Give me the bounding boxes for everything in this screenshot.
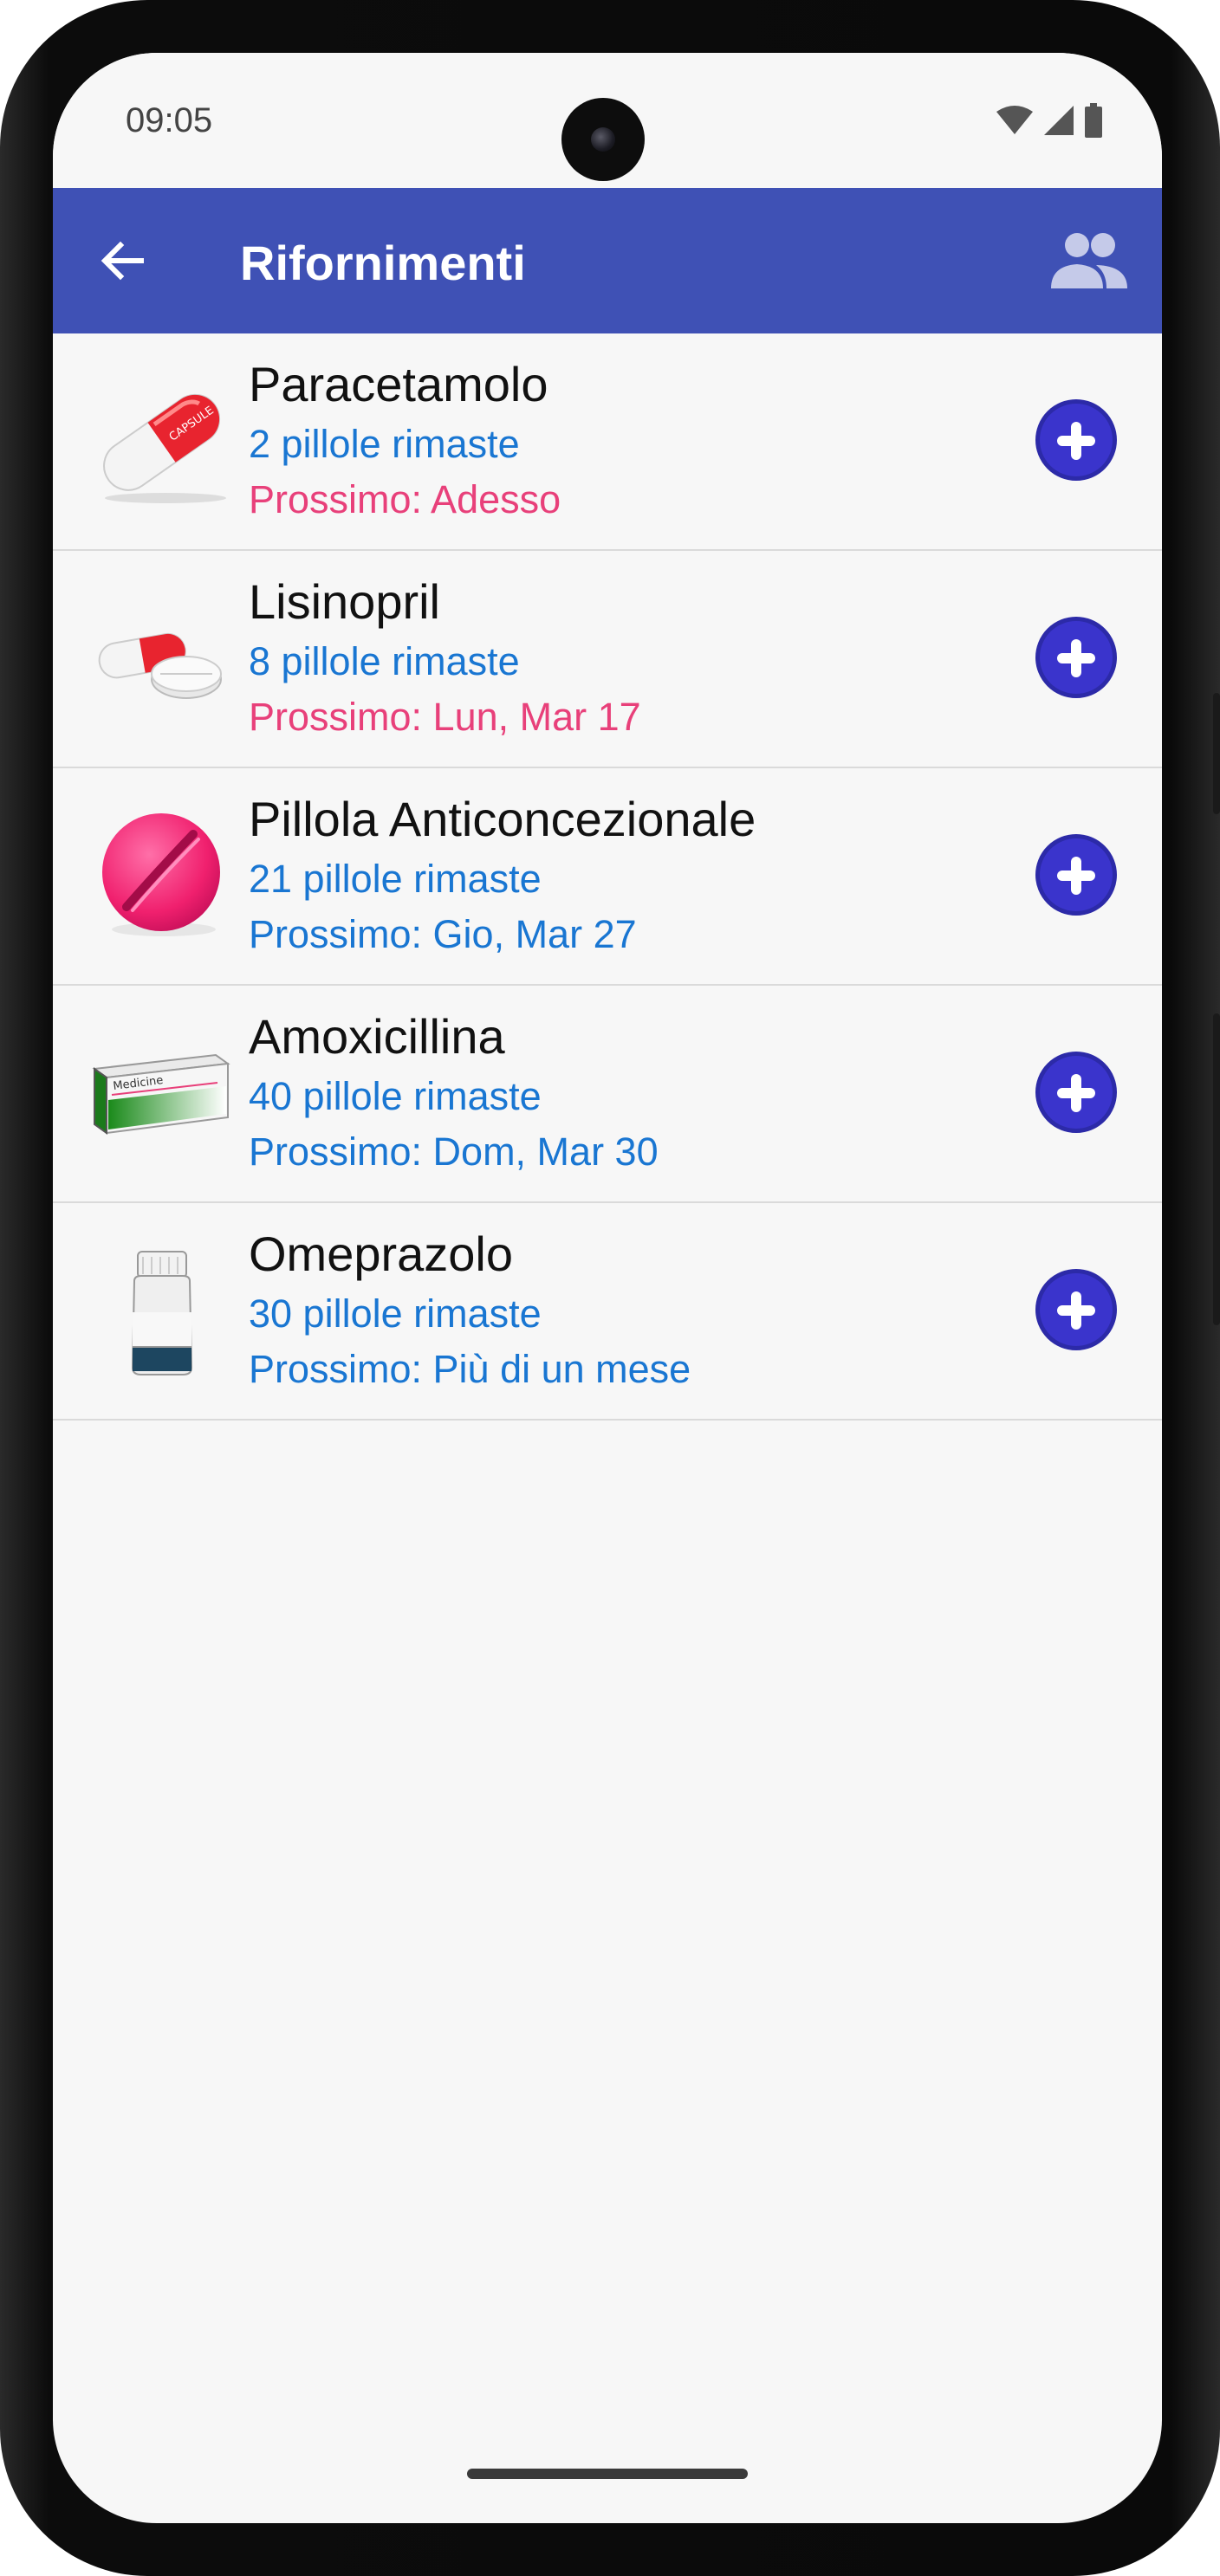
side-button [1213,1013,1220,1325]
medicine-name: Amoxicillina [249,1009,505,1064]
capsule-and-tablet-icon [98,632,222,699]
next-refill: Prossimo: Lun, Mar 17 [249,695,641,739]
medicine-name: Paracetamolo [249,357,548,411]
app-bar: Rifornimenti [53,188,1162,333]
status-time: 09:05 [126,101,213,139]
red-capsule-icon: CAPSULE [103,393,226,503]
list-item[interactable]: Medicine Amoxicillina 40 pillole rimaste… [53,986,1162,1203]
status-bar: 09:05 [53,53,1162,188]
status-icons [996,103,1103,138]
list-item[interactable]: Pillola Anticoncezionale 21 pillole rima… [53,768,1162,986]
add-refill-button[interactable] [1035,1052,1117,1133]
medicine-box-icon: Medicine [92,1053,230,1135]
next-refill: Prossimo: Adesso [249,477,561,521]
next-refill: Prossimo: Più di un mese [249,1347,691,1391]
medicine-name: Pillola Anticoncezionale [249,792,756,846]
pill-bottle-icon [131,1251,193,1375]
wifi-icon [996,106,1033,134]
refill-list: CAPSULE Paracetamolo 2 pillole rimaste P… [53,333,1162,1421]
list-item[interactable]: CAPSULE Paracetamolo 2 pillole rimaste P… [53,333,1162,551]
pills-remaining: 40 pillole rimaste [249,1074,542,1118]
list-item[interactable]: Lisinopril 8 pillole rimaste Prossimo: L… [53,551,1162,768]
pills-remaining: 8 pillole rimaste [249,639,520,683]
page-title: Rifornimenti [240,236,526,290]
pills-remaining: 21 pillole rimaste [249,857,542,901]
battery-icon [1085,103,1102,138]
add-refill-button[interactable] [1035,399,1117,481]
pink-tablet-icon [102,813,220,936]
list-item[interactable]: Omeprazolo 30 pillole rimaste Prossimo: … [53,1203,1162,1421]
medicine-name: Omeprazolo [249,1227,514,1281]
back-arrow-icon[interactable] [94,233,150,288]
side-button [1213,693,1220,814]
medicine-name: Lisinopril [249,574,440,629]
pills-remaining: 2 pillole rimaste [249,422,520,466]
home-indicator[interactable] [467,2469,748,2479]
screen: 09:05 Rifornimenti CAPSULE Paracetamolo … [53,53,1162,2523]
signal-icon [1044,106,1074,135]
next-refill: Prossimo: Gio, Mar 27 [249,912,637,956]
next-refill: Prossimo: Dom, Mar 30 [249,1129,659,1174]
pills-remaining: 30 pillole rimaste [249,1291,542,1336]
front-camera [561,98,645,181]
add-refill-button[interactable] [1035,834,1117,916]
phone-frame: 09:05 Rifornimenti CAPSULE Paracetamolo … [0,0,1220,2576]
add-refill-button[interactable] [1035,1269,1117,1350]
people-icon[interactable] [1048,228,1131,294]
add-refill-button[interactable] [1035,617,1117,698]
